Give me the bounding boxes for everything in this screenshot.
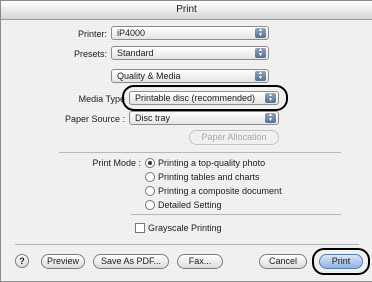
popup-arrows-icon: ▲ ▼ (265, 113, 276, 123)
fax-button[interactable]: Fax... (177, 254, 223, 269)
grayscale-checkbox[interactable]: Grayscale Printing (135, 223, 222, 233)
window-title: Print (1, 1, 372, 20)
divider (59, 152, 341, 153)
popup-arrows-icon: ▲ ▼ (255, 28, 266, 38)
radio-icon (145, 172, 155, 182)
cancel-button[interactable]: Cancel (259, 254, 307, 269)
printer-popup[interactable]: iP4000 ▲ ▼ (111, 26, 269, 40)
print-mode-option-composite-document[interactable]: Printing a composite document (145, 186, 282, 196)
paper-allocation-button[interactable]: Paper Allocation (189, 130, 279, 145)
save-as-pdf-button[interactable]: Save As PDF... (93, 254, 169, 269)
popup-arrows-icon: ▲ ▼ (255, 48, 266, 58)
print-dialog: Print Printer: iP4000 ▲ ▼ Presets: Standa… (0, 0, 372, 282)
print-mode-option-label: Printing a composite document (158, 186, 282, 196)
panel-value: Quality & Media (117, 71, 181, 81)
radio-icon (145, 186, 155, 196)
divider (15, 244, 359, 245)
print-mode-label: Print Mode : (92, 158, 141, 168)
media-type-highlight (122, 85, 288, 111)
presets-popup[interactable]: Standard ▲ ▼ (111, 46, 269, 60)
print-mode-option-top-quality-photo[interactable]: Printing a top-quality photo (145, 158, 265, 168)
presets-value: Standard (117, 48, 154, 58)
presets-label: Presets: (73, 49, 107, 59)
print-mode-option-label: Printing a top-quality photo (158, 158, 266, 168)
printer-label: Printer: (77, 29, 107, 39)
media-type-label: Media Type (78, 94, 125, 104)
radio-selected-icon (145, 158, 155, 168)
radio-icon (145, 200, 155, 210)
panel-popup[interactable]: Quality & Media ▲ ▼ (111, 69, 269, 83)
print-mode-option-detailed-setting[interactable]: Detailed Setting (145, 200, 222, 210)
popup-arrows-icon: ▲ ▼ (255, 71, 266, 81)
print-mode-option-label: Detailed Setting (158, 200, 222, 210)
print-mode-option-label: Printing tables and charts (158, 172, 260, 182)
print-button-highlight (312, 248, 370, 275)
paper-source-value: Disc tray (135, 113, 171, 123)
help-button[interactable]: ? (15, 254, 29, 268)
preview-button[interactable]: Preview (41, 254, 85, 269)
paper-source-popup[interactable]: Disc tray ▲ ▼ (129, 111, 279, 125)
print-mode-option-tables-charts[interactable]: Printing tables and charts (145, 172, 260, 182)
printer-value: iP4000 (117, 28, 146, 38)
paper-source-label: Paper Source : (64, 114, 125, 124)
divider (131, 214, 341, 215)
grayscale-label: Grayscale Printing (148, 223, 222, 233)
checkbox-icon (135, 223, 145, 233)
